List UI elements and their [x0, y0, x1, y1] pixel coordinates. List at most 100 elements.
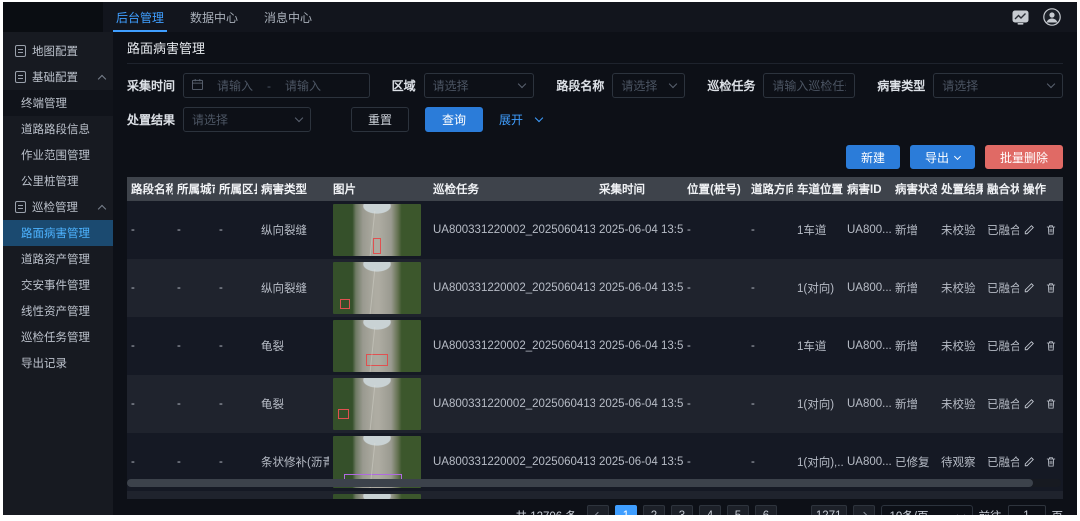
region-select[interactable]: 请选择: [424, 73, 535, 98]
reset-button[interactable]: 重置: [351, 107, 409, 132]
cell-task: UA800331220002_20250604133852059: [429, 259, 595, 317]
column-header: 处置结果: [937, 177, 983, 201]
road-photo-thumbnail[interactable]: [333, 378, 421, 430]
cell-disease-type: [257, 491, 329, 499]
edit-icon[interactable]: [1023, 340, 1035, 352]
create-button[interactable]: 新建: [846, 145, 900, 169]
cell-operations: [1019, 375, 1063, 433]
page-button-4[interactable]: 4: [699, 505, 721, 515]
edit-icon[interactable]: [1023, 282, 1035, 294]
sidebar-item-top[interactable]: 地图配置: [3, 38, 113, 64]
page-button-3[interactable]: 3: [671, 505, 693, 515]
export-button[interactable]: 导出: [910, 145, 975, 169]
delete-icon[interactable]: [1045, 224, 1057, 236]
column-header: 操作: [1019, 177, 1063, 201]
chevron-down-icon: [669, 80, 677, 88]
road-photo-thumbnail[interactable]: [333, 204, 421, 256]
cell-result: [937, 491, 983, 499]
sidebar-item-group[interactable]: 巡检管理: [3, 194, 113, 220]
sidebar-item-label: 巡检管理: [32, 199, 78, 215]
road-photo-thumbnail[interactable]: [333, 320, 421, 372]
road-name-select-value: 请选择: [621, 77, 657, 94]
pagination-ellipsis: ···: [783, 510, 805, 515]
next-page-button[interactable]: [853, 505, 875, 515]
page-button-6[interactable]: 6: [755, 505, 777, 515]
page-title: 路面病害管理: [127, 32, 1063, 64]
detection-box: [340, 299, 350, 309]
delete-icon[interactable]: [1045, 282, 1057, 294]
sidebar-item-group[interactable]: 基础配置: [3, 64, 113, 90]
sidebar-item-label: 基础配置: [32, 69, 78, 85]
collect-time-start-input[interactable]: [209, 79, 261, 93]
cell-city: -: [173, 201, 215, 259]
jump-page-input[interactable]: [1008, 505, 1046, 515]
detection-box: [338, 409, 349, 419]
cell-road-name: [127, 491, 173, 499]
detection-box: [366, 354, 388, 366]
cell-city: -: [173, 375, 215, 433]
page-button-5[interactable]: 5: [727, 505, 749, 515]
sidebar-item-sub[interactable]: 交安事件管理: [3, 272, 113, 298]
cell-disease-id: UA800...: [843, 259, 891, 317]
cell-lane: [793, 491, 843, 499]
sidebar-item-sub[interactable]: 巡检任务管理: [3, 324, 113, 350]
sidebar-item-sub[interactable]: 线性资产管理: [3, 298, 113, 324]
sidebar-item-label: 道路路段信息: [21, 121, 90, 137]
sidebar-item-sub[interactable]: 道路资产管理: [3, 246, 113, 272]
road-photo-thumbnail[interactable]: [333, 494, 421, 499]
result-select[interactable]: 请选择: [183, 107, 311, 132]
user-avatar-icon[interactable]: [1043, 8, 1061, 26]
sidebar-item-sub[interactable]: 作业范围管理: [3, 142, 113, 168]
horizontal-scrollbar[interactable]: [127, 479, 1061, 487]
column-header: 道路方向: [747, 177, 793, 201]
sidebar-item-sub[interactable]: 道路路段信息: [3, 116, 113, 142]
edit-icon[interactable]: [1023, 398, 1035, 410]
delete-icon[interactable]: [1045, 456, 1057, 468]
tab-data-center[interactable]: 数据中心: [177, 2, 251, 32]
cell-road-name: -: [127, 317, 173, 375]
tab-message-center[interactable]: 消息中心: [251, 2, 325, 32]
road-name-select[interactable]: 请选择: [612, 73, 685, 98]
chevron-down-icon: [295, 114, 303, 122]
search-button[interactable]: 查询: [425, 107, 483, 132]
cell-task: UA800331220002_20250604133852059: [429, 201, 595, 259]
cell-photo: [329, 491, 429, 499]
page-button-2[interactable]: 2: [643, 505, 665, 515]
disease-type-select[interactable]: 请选择: [933, 73, 1063, 98]
delete-icon[interactable]: [1045, 340, 1057, 352]
page-button-1[interactable]: 1: [615, 505, 637, 515]
region-label: 区域: [392, 77, 416, 94]
inspection-task-input-box[interactable]: [763, 73, 855, 98]
cell-fusion: 已融合: [983, 317, 1019, 375]
batch-delete-button[interactable]: 批量删除: [985, 145, 1063, 169]
tab-backend-management[interactable]: 后台管理: [103, 2, 177, 32]
cell-collect-time: [595, 491, 683, 499]
result-label: 处置结果: [127, 111, 175, 128]
cell-ops: [1019, 491, 1063, 499]
detection-box: [373, 238, 381, 254]
sidebar-item-sub[interactable]: 终端管理: [3, 90, 113, 116]
collect-time-end-input[interactable]: [277, 79, 329, 93]
cell-direction: -: [747, 375, 793, 433]
sidebar-item-sub[interactable]: 公里桩管理: [3, 168, 113, 194]
screen-monitor-icon[interactable]: [1012, 10, 1029, 25]
collect-time-range-picker[interactable]: -: [183, 73, 370, 98]
page-size-select[interactable]: 10条/页: [881, 505, 973, 515]
chevron-up-icon: [98, 74, 106, 82]
scrollbar-thumb[interactable]: [127, 479, 1033, 487]
prev-page-button[interactable]: [587, 505, 609, 515]
cell-disease-type: 纵向裂缝: [257, 259, 329, 317]
delete-icon[interactable]: [1045, 398, 1057, 410]
sidebar-item-sub[interactable]: 导出记录: [3, 350, 113, 376]
edit-icon[interactable]: [1023, 456, 1035, 468]
edit-icon[interactable]: [1023, 224, 1035, 236]
sidebar-item-active[interactable]: 路面病害管理: [3, 220, 113, 246]
cell-fusion: 已融合: [983, 259, 1019, 317]
page-button-last[interactable]: 1271: [811, 505, 847, 515]
road-name-label: 路段名称: [556, 77, 604, 94]
inspection-task-input[interactable]: [772, 79, 846, 93]
cell-lane: 1(对向): [793, 259, 843, 317]
chevron-up-icon: [98, 204, 106, 212]
road-photo-thumbnail[interactable]: [333, 262, 421, 314]
expand-filters-link[interactable]: 展开: [499, 111, 542, 128]
